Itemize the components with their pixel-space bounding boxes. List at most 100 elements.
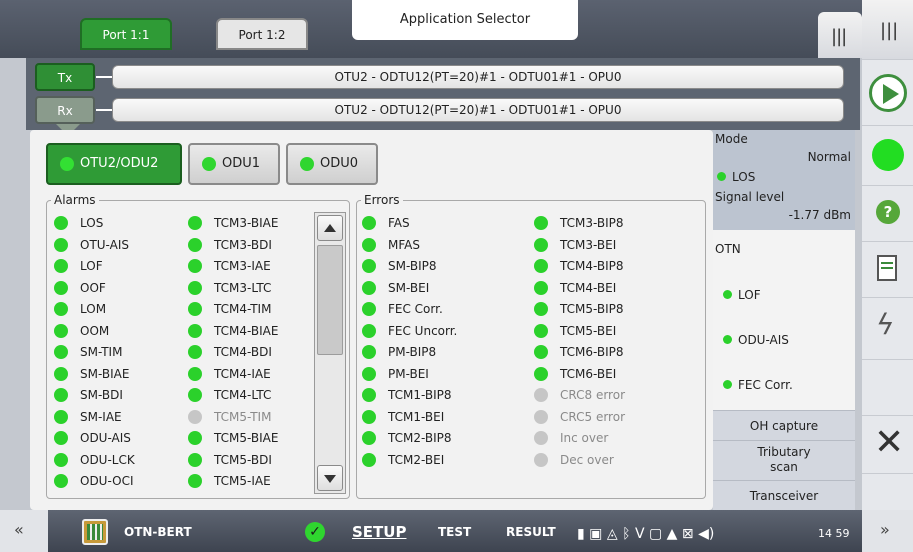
collapse-right-button[interactable]: » <box>862 510 913 552</box>
rx-path-display[interactable]: OTU2 - ODTU12(PT=20)#1 - ODTU01#1 - OPU0 <box>112 98 844 122</box>
alarms-list: LOS OTU-AIS LOF OOF LOM OOM SM-TIM SM-BIAE SM-BD… <box>54 213 314 493</box>
otn-item-label: LOF <box>738 288 761 302</box>
close-button[interactable]: ✕ <box>862 416 913 474</box>
layer-button-odu0[interactable]: ODU0 <box>286 143 378 185</box>
menu-bars-icon: ||| <box>831 26 847 47</box>
status-led-icon <box>54 237 68 252</box>
status-led-icon <box>362 259 376 273</box>
transceiver-button[interactable]: Transceiver <box>713 480 855 510</box>
help-button[interactable]: ? <box>862 186 913 242</box>
status-led-icon <box>534 409 548 424</box>
right-menu-button[interactable]: ||| <box>862 0 913 60</box>
help-icon: ? <box>876 200 900 224</box>
indicator-label: OOF <box>80 280 106 295</box>
scroll-up-button[interactable] <box>317 215 343 241</box>
indicator-label: SM-BDI <box>80 388 123 402</box>
status-led-icon <box>54 452 68 467</box>
status-led-icon <box>188 323 202 338</box>
check-icon: ✓ <box>305 522 325 542</box>
status-led-icon <box>188 280 202 295</box>
errors-legend: Errors <box>364 193 400 207</box>
tx-path-display[interactable]: OTU2 - ODTU12(PT=20)#1 - ODTU01#1 - OPU0 <box>112 65 844 89</box>
tab-port-1-2[interactable]: Port 1:2 <box>216 18 308 50</box>
status-led-icon <box>188 237 202 252</box>
report-icon <box>877 255 897 281</box>
status-led-icon <box>188 452 202 467</box>
status-led-icon <box>188 345 202 359</box>
indicator-label: CRC5 error <box>560 409 625 424</box>
indicator-label: TCM3-BDI <box>214 237 272 252</box>
indicator-label: TCM6-BEI <box>560 366 617 381</box>
indicator-label: TCM1-BEI <box>388 409 445 424</box>
indicator-label: SM-TIM <box>80 345 123 359</box>
menu-bars-icon: ||| <box>880 20 899 41</box>
indicator-label: Inc over <box>560 431 609 445</box>
app-icon[interactable] <box>82 519 108 545</box>
start-button[interactable] <box>862 60 913 126</box>
application-selector[interactable]: Application Selector <box>352 0 578 40</box>
clock: 14 59 <box>818 527 850 540</box>
inject-button[interactable]: ϟ <box>862 298 913 360</box>
status-led-icon <box>723 290 732 299</box>
layer-button-otu2-odu2[interactable]: OTU2/ODU2 <box>46 143 182 185</box>
nav-setup[interactable]: SETUP <box>352 520 406 544</box>
status-led-icon <box>188 474 202 488</box>
layer-label: ODU0 <box>320 156 359 171</box>
indicator-label: TCM5-BEI <box>560 323 617 338</box>
mode-label: Mode <box>715 132 748 146</box>
double-chevron-right-icon: » <box>880 520 890 539</box>
status-led-icon <box>188 216 202 230</box>
status-led-icon <box>723 335 732 344</box>
scroll-thumb[interactable] <box>317 245 343 355</box>
status-led-icon <box>534 323 548 338</box>
status-led-icon <box>300 157 314 171</box>
tributary-scan-button[interactable]: Tributary scan <box>713 440 855 480</box>
indicator-label: FEC Corr. <box>388 302 443 316</box>
report-button[interactable] <box>862 242 913 298</box>
rx-button[interactable]: Rx <box>35 96 95 124</box>
status-led-icon <box>188 366 202 381</box>
indicator-label: TCM1-BIP8 <box>388 388 452 402</box>
status-led-icon <box>534 302 548 316</box>
status-led-icon <box>54 302 68 316</box>
indicator-label: TCM4-BDI <box>214 345 272 359</box>
indicator-label: TCM3-LTC <box>214 280 272 295</box>
los-indicator: LOS <box>717 170 755 184</box>
tab-port-1-1[interactable]: Port 1:1 <box>80 18 172 50</box>
errors-list: FAS MFAS SM-BIP8 SM-BEI FEC Corr. FEC Uncorr.… <box>362 213 702 483</box>
rx-connector <box>96 109 112 111</box>
otn-item: ODU-AIS <box>723 333 789 347</box>
storage-icon: ▣ <box>589 526 603 542</box>
nav-result[interactable]: RESULT <box>506 520 556 544</box>
bluetooth-icon: ᛒ <box>622 526 631 542</box>
status-led-icon <box>202 157 216 171</box>
status-led-icon <box>534 431 548 445</box>
speaker-icon: ◀) <box>698 526 715 542</box>
otn-title: OTN <box>715 242 741 256</box>
indicator-label: ODU-LCK <box>80 452 135 467</box>
collapse-left-button[interactable]: « <box>0 510 48 552</box>
status-led-icon <box>54 345 68 359</box>
lightning-icon: ϟ <box>876 308 895 341</box>
panel-menu-button[interactable]: ||| <box>818 12 862 58</box>
indicator-label: TCM6-BIP8 <box>560 345 624 359</box>
otn-item-label: FEC Corr. <box>738 378 793 392</box>
status-led-icon <box>362 280 376 295</box>
oh-capture-button[interactable]: OH capture <box>713 410 855 440</box>
status-led-icon <box>534 216 548 230</box>
status-icons: ▮ ▣ ◬ ᛒ V ▢ ▲ ⊠ ◀) <box>577 524 807 544</box>
status-led-icon <box>188 431 202 445</box>
otn-item: LOF <box>723 288 761 302</box>
wifi-icon: ◬ <box>606 526 618 542</box>
indicator-label: FAS <box>388 216 410 230</box>
remote-icon: ▢ <box>648 526 663 542</box>
status-led-icon <box>362 409 376 424</box>
alarms-scrollbar[interactable] <box>314 212 346 494</box>
scroll-down-button[interactable] <box>317 465 343 491</box>
indicator-label: TCM4-LTC <box>214 388 272 402</box>
nav-test[interactable]: TEST <box>438 520 471 544</box>
tx-button[interactable]: Tx <box>35 63 95 91</box>
status-indicator-button[interactable] <box>862 126 913 186</box>
layer-button-odu1[interactable]: ODU1 <box>188 143 280 185</box>
status-led-icon <box>188 409 202 424</box>
